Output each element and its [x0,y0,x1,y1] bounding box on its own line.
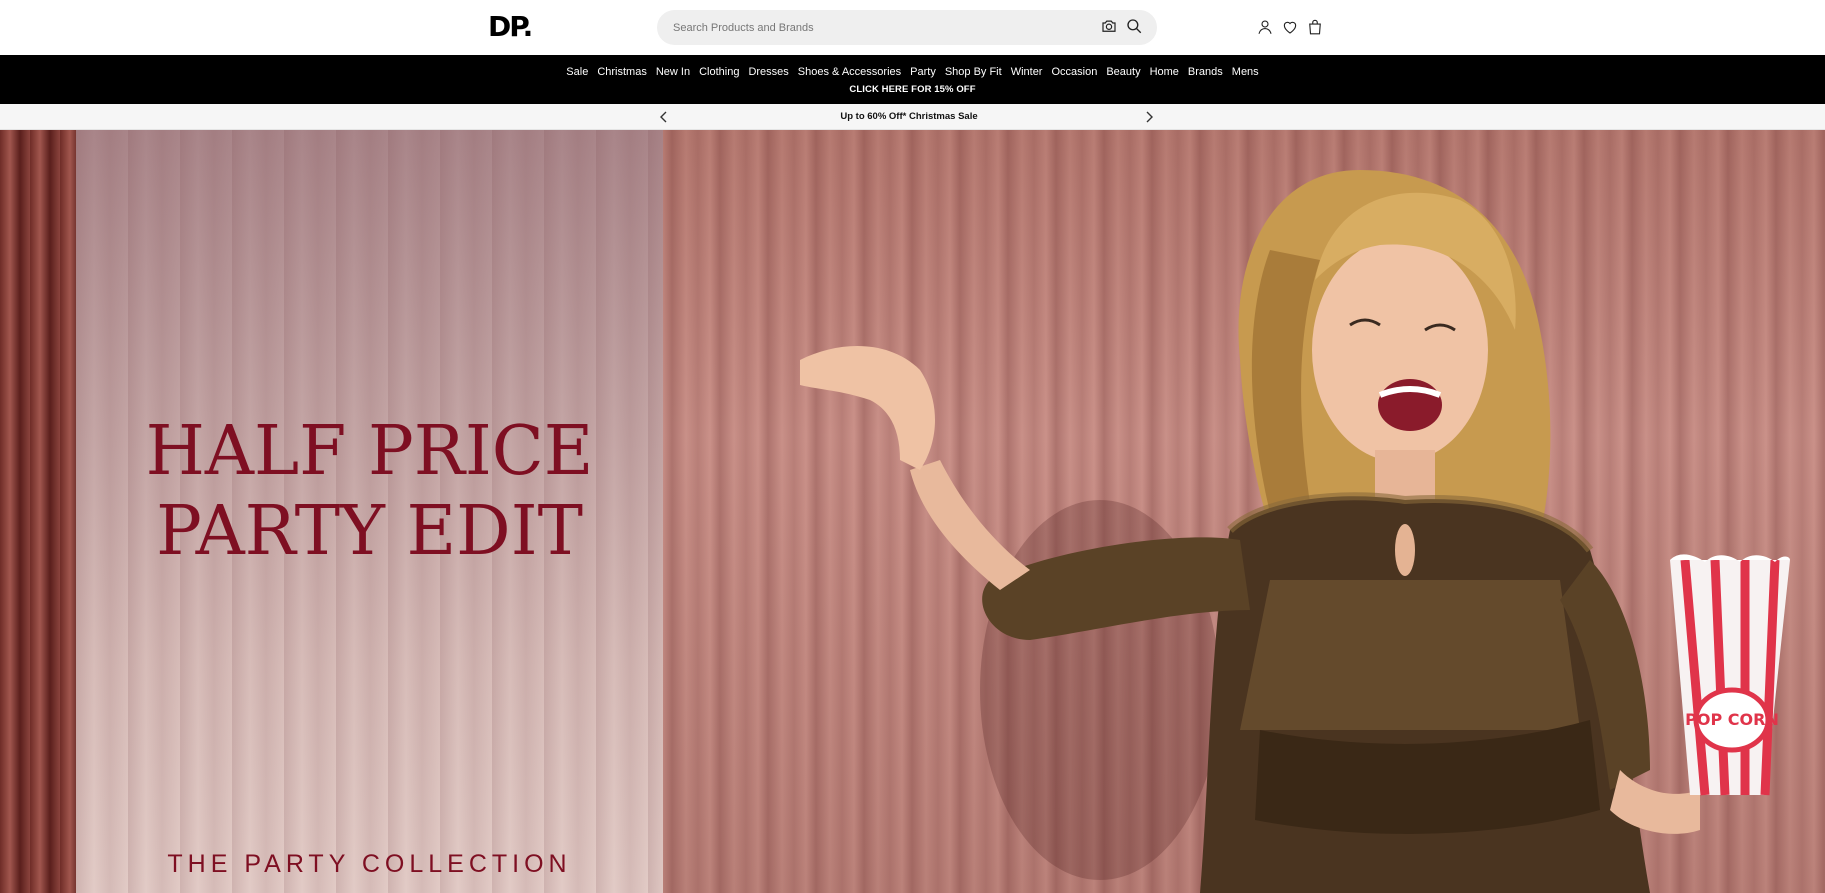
hero-title-line-2: PARTY EDIT [156,492,583,571]
nav-item-brands[interactable]: Brands [1183,66,1227,78]
nav-item-shoes-accessories[interactable]: Shoes & Accessories [793,66,905,78]
nav-item-clothing[interactable]: Clothing [695,66,744,78]
nav-item-shop-by-fit[interactable]: Shop By Fit [940,66,1006,78]
hero-subtitle: THE PARTY COLLECTION [167,850,572,878]
hero-model-image: POP CORN [800,170,1790,893]
heart-icon[interactable] [1279,16,1301,38]
announcement-text[interactable]: Up to 60% Off* Christmas Sale [0,111,1818,122]
nav-item-dresses[interactable]: Dresses [744,66,793,78]
nav-item-party[interactable]: Party [906,66,941,78]
main-nav: Sale Christmas New In Clothing Dresses S… [0,55,1825,104]
curtain-edge [0,130,76,893]
site-header: DP. [0,0,1825,55]
hero-title-line-1: HALF PRICE [145,412,594,491]
account-icon[interactable] [1254,16,1276,38]
nav-items: Sale Christmas New In Clothing Dresses S… [0,60,1825,84]
nav-item-new-in[interactable]: New In [651,66,694,78]
announcement-bar: Up to 60% Off* Christmas Sale [0,104,1825,130]
bag-icon[interactable] [1304,16,1326,38]
nav-item-home[interactable]: Home [1145,66,1183,78]
hero-banner[interactable]: HALF PRICE PARTY EDIT THE PARTY COLLECTI… [0,130,1825,893]
nav-item-beauty[interactable]: Beauty [1102,66,1145,78]
header-actions [0,16,1825,38]
nav-item-sale[interactable]: Sale [562,66,593,78]
nav-item-occasion[interactable]: Occasion [1047,66,1102,78]
nav-item-winter[interactable]: Winter [1006,66,1047,78]
chevron-right-icon[interactable] [1141,109,1157,125]
popcorn-box: POP CORN [1670,554,1790,796]
promo-link[interactable]: CLICK HERE FOR 15% OFF [0,84,1825,100]
popcorn-label: POP CORN [1685,710,1779,729]
hero-title: HALF PRICE PARTY EDIT [76,412,663,572]
nav-item-mens[interactable]: Mens [1227,66,1263,78]
nav-item-christmas[interactable]: Christmas [593,66,652,78]
